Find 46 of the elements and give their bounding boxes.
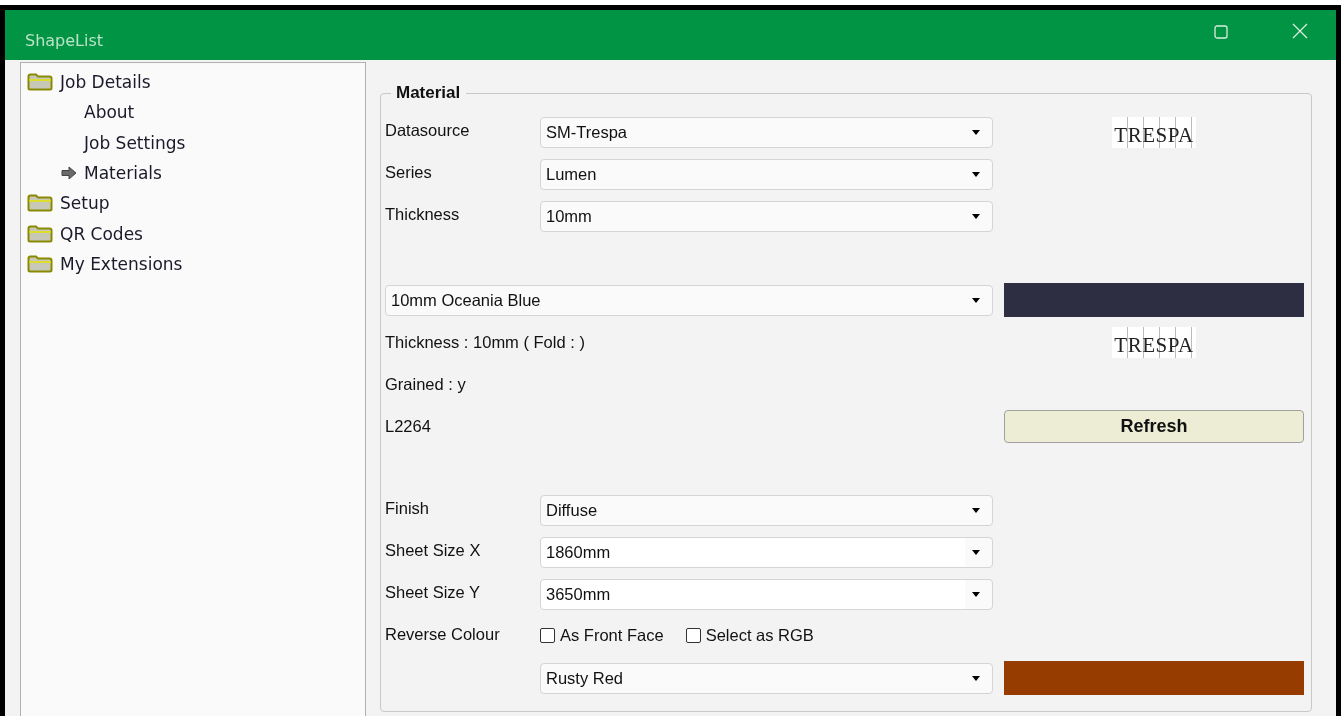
dropdown[interactable]: SM-Trespa [540, 117, 993, 148]
field-label: Series [385, 163, 433, 182]
refresh-button[interactable]: Refresh [1004, 410, 1304, 443]
tree-item[interactable]: Setup [27, 188, 112, 219]
field-label: Datasource [385, 121, 471, 140]
dropdown[interactable]: Rusty Red [540, 663, 993, 694]
tree-item[interactable]: My Extensions [27, 248, 185, 280]
field-label: Sheet Size Y [385, 583, 482, 602]
dropdown[interactable]: 10mm Oceania Blue [385, 285, 993, 316]
caret-icon [972, 298, 980, 303]
close-icon[interactable] [1292, 23, 1308, 39]
checkbox[interactable]: Select as RGB [685, 626, 814, 645]
dropdown[interactable]: 1860mm [540, 537, 993, 568]
folder-icon [27, 224, 53, 243]
field-label: Reverse Colour [385, 625, 501, 644]
folder-icon [27, 194, 53, 213]
tree-item[interactable]: Materials [61, 157, 164, 189]
field-label: Finish [385, 499, 430, 518]
logo: TRESPA [1112, 117, 1196, 148]
tree-item[interactable]: Job Settings [61, 127, 188, 158]
caret-icon [972, 172, 980, 177]
caret-icon [972, 676, 980, 681]
folder-icon [27, 254, 53, 273]
dropdown[interactable]: Diffuse [540, 495, 993, 526]
logo: TRESPA [1112, 327, 1196, 358]
field-label: Sheet Size X [385, 541, 482, 560]
arrow-icon [61, 166, 77, 181]
checkbox[interactable]: As Front Face [540, 626, 664, 645]
caret-icon [972, 550, 980, 555]
info-text: Thickness : 10mm ( Fold : ) [385, 333, 586, 352]
dropdown[interactable]: 10mm [540, 201, 993, 232]
caret-icon [972, 508, 980, 513]
field-label: Thickness [385, 205, 461, 224]
folder-icon [27, 73, 53, 92]
info-text: Grained : y [385, 375, 467, 394]
window-title: ShapeList [25, 30, 104, 50]
tree-item[interactable]: QR Codes [27, 218, 145, 249]
dropdown[interactable]: 3650mm [540, 579, 993, 610]
dropdown[interactable]: Lumen [540, 159, 993, 190]
maximize-icon[interactable] [1214, 25, 1228, 39]
tree-item[interactable]: Job Details [27, 67, 153, 98]
caret-icon [972, 214, 980, 219]
tree-item[interactable]: About [61, 97, 137, 128]
caret-icon [972, 130, 980, 135]
caret-icon [972, 592, 980, 597]
info-text: L2264 [385, 417, 432, 436]
